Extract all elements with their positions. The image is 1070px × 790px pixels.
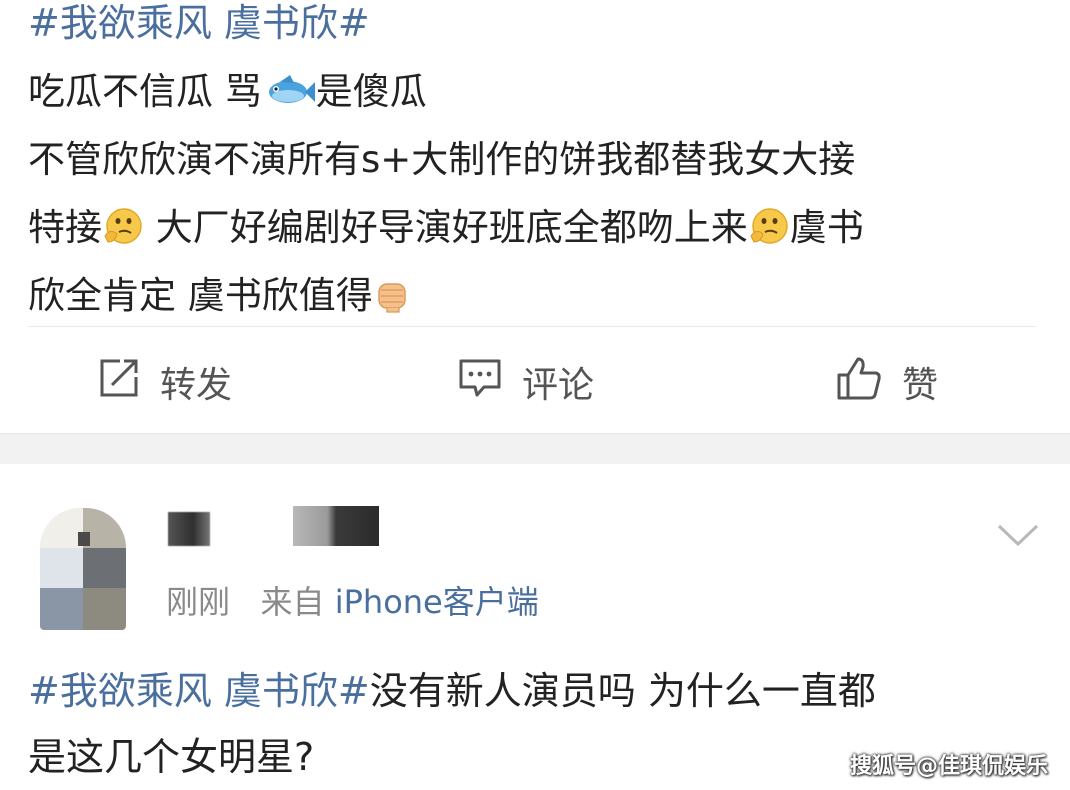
comment-text-part: 没有新人演员吗 为什么一直都 — [369, 669, 876, 713]
post-line-4: 欣全肯定 虞书欣值得 — [28, 262, 1058, 330]
source-prefix: 来自 — [260, 583, 335, 621]
source-label[interactable]: iPhone客户端 — [335, 583, 539, 621]
watermark: 搜狐号@佳琪侃娱乐 — [849, 754, 1048, 779]
thinking-face-icon — [748, 200, 790, 268]
username-redacted[interactable] — [168, 512, 210, 546]
comment-button[interactable]: 评论 — [458, 356, 594, 408]
post-line-3: 特接 大厂好编剧好导演好班底全都吻上来 虞书 — [28, 194, 1058, 262]
chevron-down-icon[interactable] — [996, 520, 1040, 550]
like-label: 赞 — [902, 365, 939, 406]
comment-hashtag[interactable]: #我欲乘风 虞书欣# — [28, 669, 370, 713]
post-text: 特接 — [28, 206, 102, 249]
post-text: 欣全肯定 虞书欣值得 — [28, 274, 373, 317]
post-hashtag[interactable]: #我欲乘风 虞书欣# — [28, 0, 370, 46]
time-label: 刚刚 — [166, 583, 231, 621]
fish-icon — [262, 64, 316, 132]
avatar[interactable] — [40, 508, 126, 630]
section-separator — [0, 433, 1070, 464]
post-line-1: 吃瓜不信瓜 骂 是傻瓜 — [28, 58, 1058, 126]
comment-line-1: #我欲乘风 虞书欣#没有新人演员吗 为什么一直都 — [28, 658, 1058, 724]
post-line-2: 不管欣欣演不演所有s+大制作的饼我都替我女大接 — [28, 138, 856, 181]
repost-button[interactable]: 转发 — [98, 356, 232, 408]
post-text: 虞书 — [789, 206, 864, 249]
divider — [28, 326, 1036, 327]
comment-meta: 刚刚 来自 iPhone客户端 — [166, 580, 539, 624]
comment-label: 评论 — [522, 365, 595, 406]
share-icon — [98, 357, 140, 408]
thumbs-up-icon — [836, 355, 882, 410]
thinking-face-icon — [102, 200, 144, 268]
post-body: 吃瓜不信瓜 骂 是傻瓜 不管欣欣演不演所有s+大制作的饼我都替我女大接 特接 大厂… — [28, 58, 1058, 330]
post-text: 是傻瓜 — [315, 70, 427, 113]
comment-icon — [458, 357, 502, 408]
post-text: 吃瓜不信瓜 骂 — [28, 70, 262, 113]
repost-label: 转发 — [160, 365, 233, 406]
username-redacted[interactable] — [293, 506, 379, 546]
like-button[interactable]: 赞 — [836, 356, 938, 408]
post-text: 大厂好编剧好导演好班底全都吻上来 — [144, 206, 748, 249]
